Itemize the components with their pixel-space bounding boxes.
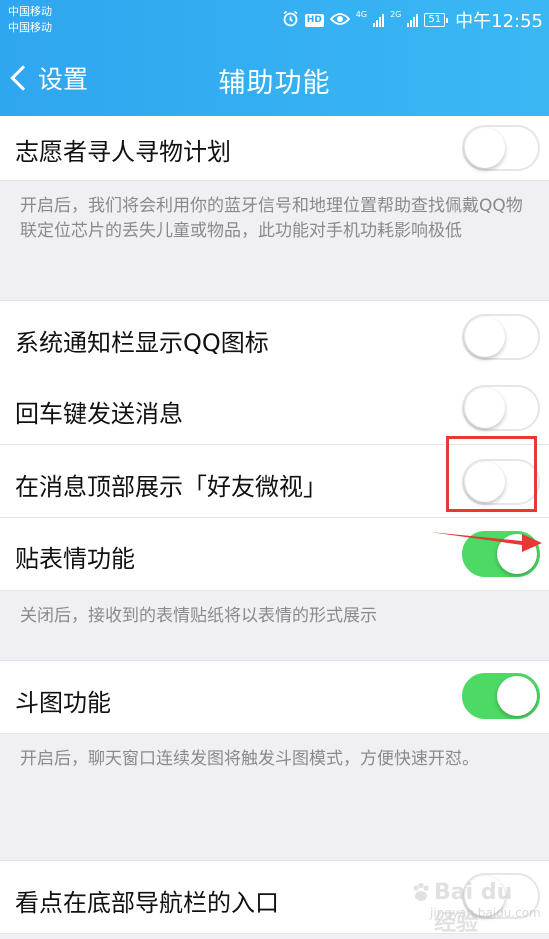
setting-label: 在消息顶部展示「好友微视」 [15,473,327,501]
title-bar: 设置 辅助功能 [0,40,549,116]
carrier-label-2: 中国移动 [8,21,52,34]
status-bar: 中国移动 中国移动 HD 4G 2G 51 中午12:55 [0,0,549,40]
setting-description: 开启后，我们将会利用你的蓝牙信号和地理位置帮助查找佩戴QQ物联定位芯片的丢失儿童… [20,196,523,241]
status-icons: HD 4G 2G 51 中午12:55 [282,9,543,32]
battery-icon: 51 [424,13,448,27]
setting-label: 系统通知栏显示QQ图标 [15,329,269,357]
setting-description: 开启后，聊天窗口连续发图将触发斗图模式，方便快速开怼。 [20,749,479,769]
alarm-icon [282,10,299,31]
clock: 中午12:55 [455,11,543,32]
red-arrow-icon [430,532,542,552]
volunteer-toggle[interactable] [462,125,540,171]
network-type-2: 2G [390,10,402,19]
enter-send-toggle[interactable] [462,385,540,431]
carrier-label-1: 中国移动 [8,5,52,18]
setting-label: 回车键发送消息 [15,400,183,428]
setting-label: 看点在底部导航栏的入口 [15,889,279,917]
toggle-knob [465,388,505,428]
setting-row-volunteer: 志愿者寻人寻物计划 [0,116,549,181]
paw-icon [413,882,429,901]
page-title: 辅助功能 [218,68,331,99]
setting-label: 贴表情功能 [15,545,135,573]
hd-badge: HD [304,13,324,27]
notification-icon-toggle[interactable] [462,314,540,360]
setting-row-notification-icon: 系统通知栏显示QQ图标 [0,300,549,374]
signal-icon-2 [407,13,419,27]
eye-icon [329,11,351,30]
signal-icon [373,13,385,27]
toggle-knob [465,317,505,357]
meme-battle-toggle[interactable] [462,673,540,719]
highlight-box [446,436,537,512]
baidu-jingyan-watermark: Bai du 经验 jingyan.baidu.com [410,878,541,936]
setting-label: 斗图功能 [15,689,111,717]
setting-row-meme-battle: 斗图功能 [0,660,549,734]
setting-description: 关闭后，接收到的表情贴纸将以表情的形式展示 [20,606,377,626]
network-type-1: 4G [355,10,368,19]
toggle-knob [465,128,505,168]
toggle-knob [497,676,537,716]
setting-row-enter-send: 回车键发送消息 [0,373,549,445]
setting-label: 志愿者寻人寻物计划 [15,138,231,166]
watermark-url: jingyan.baidu.com [430,906,541,920]
